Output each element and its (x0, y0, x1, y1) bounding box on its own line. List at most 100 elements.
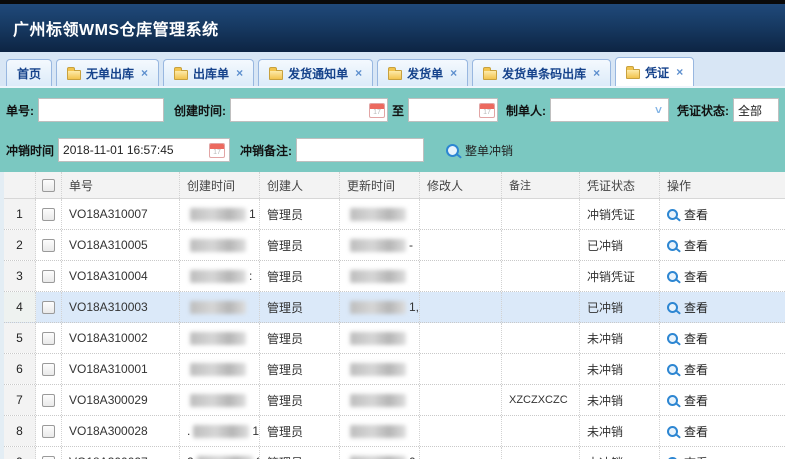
checkbox-icon[interactable] (42, 239, 55, 252)
tab-close-icon[interactable]: × (236, 66, 243, 80)
filter-panel: 单号: 创建时间: 至 制单人: ˅ 凭证状态: 冲销时间 冲销备注: 整单冲销 (0, 88, 785, 172)
checkbox-icon[interactable] (42, 456, 55, 459)
order-no-input[interactable] (38, 98, 164, 122)
tab-label: 无单出库 (86, 65, 134, 82)
header-create-time[interactable]: 创建时间 (180, 172, 260, 198)
tab-首页[interactable]: 首页 (6, 59, 52, 86)
tab-close-icon[interactable]: × (450, 66, 457, 80)
status: 未冲销 (580, 385, 660, 415)
view-button[interactable]: 查看 (667, 454, 708, 459)
writeoff-time-input[interactable] (59, 140, 209, 160)
row-number: 5 (4, 323, 36, 353)
row-checkbox[interactable] (36, 292, 62, 322)
create-time-to-wrap (408, 98, 498, 122)
tab-close-icon[interactable]: × (355, 66, 362, 80)
view-button[interactable]: 查看 (667, 423, 708, 440)
operation-cell: 查看 (660, 230, 785, 260)
checkbox-icon[interactable] (42, 425, 55, 438)
status: 未冲销 (580, 323, 660, 353)
order-no: VO18A300027 (62, 447, 180, 459)
maker-select[interactable]: ˅ (550, 98, 669, 122)
checkbox-icon[interactable] (42, 332, 55, 345)
ut-blur (350, 394, 406, 407)
row-checkbox[interactable] (36, 447, 62, 459)
remark (502, 292, 580, 322)
creator: 管理员 (260, 199, 340, 229)
view-button[interactable]: 查看 (667, 299, 708, 316)
modifier (420, 230, 502, 260)
view-button[interactable]: 查看 (667, 268, 708, 285)
writeoff-note-input[interactable] (296, 138, 424, 162)
checkbox-icon[interactable] (42, 301, 55, 314)
header-operation[interactable]: 操作 (660, 172, 785, 198)
row-checkbox[interactable] (36, 199, 62, 229)
row-checkbox[interactable] (36, 354, 62, 384)
tab-close-icon[interactable]: × (141, 66, 148, 80)
ut-blur (350, 239, 406, 252)
table-row[interactable]: 3 VO18A310004 : 管理员 冲销凭证 查看 (4, 261, 785, 292)
status: 未冲销 (580, 447, 660, 459)
header-update-time[interactable]: 更新时间 (340, 172, 420, 198)
writeoff-time-wrap (58, 138, 230, 162)
checkbox-icon[interactable] (42, 208, 55, 221)
create-time-from-input[interactable] (231, 100, 369, 120)
calendar-icon[interactable] (369, 103, 385, 118)
header-order-no[interactable]: 单号 (62, 172, 180, 198)
checkbox-icon[interactable] (42, 363, 55, 376)
row-number: 4 (4, 292, 36, 322)
maker-label: 制单人: (506, 102, 546, 119)
view-button[interactable]: 查看 (667, 237, 708, 254)
view-label: 查看 (684, 299, 708, 316)
writeoff-whole-order-button[interactable]: 整单冲销 (446, 142, 513, 159)
tab-发货通知单[interactable]: 发货通知单× (258, 59, 373, 86)
view-label: 查看 (684, 330, 708, 347)
ct-blur (190, 332, 246, 345)
create-time-to-input[interactable] (409, 100, 479, 120)
tab-close-icon[interactable]: × (593, 66, 600, 80)
tab-发货单[interactable]: 发货单× (377, 59, 468, 86)
table-row[interactable]: 6 VO18A310001 管理员 未冲销 查看 (4, 354, 785, 385)
table-row[interactable]: 8 VO18A300028 . 1 管理员 未冲销 查看 (4, 416, 785, 447)
row-checkbox[interactable] (36, 385, 62, 415)
status-select[interactable] (733, 98, 779, 122)
table-row[interactable]: 9 VO18A300027 2 0 1 管理员 0:30 未冲销 查看 (4, 447, 785, 459)
table-row[interactable]: 7 VO18A300029 管理员 XZCZXCZC 未冲销 查看 (4, 385, 785, 416)
remark (502, 354, 580, 384)
view-button[interactable]: 查看 (667, 361, 708, 378)
search-icon (667, 395, 678, 406)
chevron-down-icon[interactable]: ˅ (649, 103, 668, 117)
calendar-icon[interactable] (209, 143, 225, 158)
checkbox-icon[interactable] (42, 179, 55, 192)
row-checkbox[interactable] (36, 416, 62, 446)
checkbox-icon[interactable] (42, 270, 55, 283)
table-row[interactable]: 2 VO18A310005 管理员 - 已冲销 查看 (4, 230, 785, 261)
header-select-all[interactable] (36, 172, 62, 198)
search-icon (667, 240, 678, 251)
tab-出库单[interactable]: 出库单 × (163, 59, 254, 86)
view-button[interactable]: 查看 (667, 392, 708, 409)
row-number: 8 (4, 416, 36, 446)
header-remark[interactable]: 备注 (502, 172, 580, 198)
view-button[interactable]: 查看 (667, 206, 708, 223)
ct-blur (190, 239, 246, 252)
table-row[interactable]: 5 VO18A310002 管理员 未冲销 查看 (4, 323, 785, 354)
row-checkbox[interactable] (36, 230, 62, 260)
status: 冲销凭证 (580, 199, 660, 229)
tab-无单出库[interactable]: 无单出库 × (56, 59, 159, 86)
row-checkbox[interactable] (36, 261, 62, 291)
header-creator[interactable]: 创建人 (260, 172, 340, 198)
create-time-cell: 2 0 1 (180, 447, 260, 459)
table-row[interactable]: 4 VO18A310003 管理员 1, 已冲销 查看 (4, 292, 785, 323)
header-status[interactable]: 凭证状态 (580, 172, 660, 198)
checkbox-icon[interactable] (42, 394, 55, 407)
tab-发货单条码出库[interactable]: 发货单条码出库× (472, 59, 611, 86)
calendar-icon[interactable] (479, 103, 495, 118)
modifier (420, 292, 502, 322)
tab-label: 出库单 (193, 65, 229, 82)
tab-close-icon[interactable]: × (676, 65, 683, 79)
row-checkbox[interactable] (36, 323, 62, 353)
table-row[interactable]: 1 VO18A310007 1 管理员 冲销凭证 查看 (4, 199, 785, 230)
header-modifier[interactable]: 修改人 (420, 172, 502, 198)
tab-凭证[interactable]: 凭证× (615, 57, 694, 86)
view-button[interactable]: 查看 (667, 330, 708, 347)
